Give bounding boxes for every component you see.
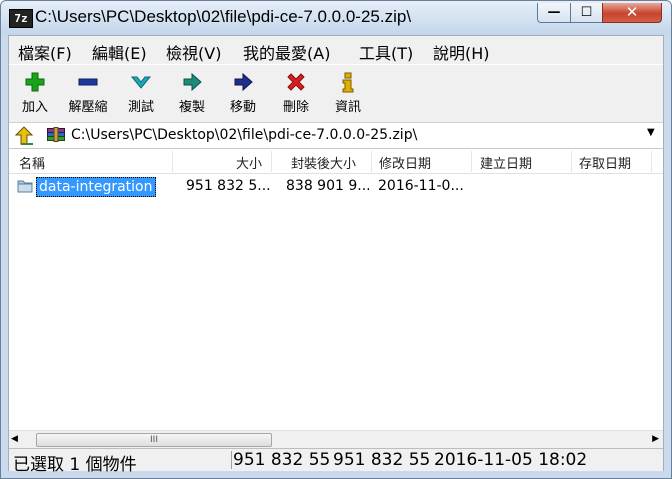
row-name: data-integration	[39, 179, 153, 195]
row-packed-size: 838 901 9...	[286, 178, 370, 194]
address-path[interactable]: C:\Users\PC\Desktop\02\file\pdi-ce-7.0.0…	[71, 127, 417, 143]
maximize-button[interactable]: ☐	[570, 3, 603, 23]
move-arrow-icon	[234, 72, 253, 92]
test-button[interactable]: 測試	[118, 69, 164, 119]
menu-help[interactable]: 說明(H)	[433, 40, 490, 64]
menu-bar: 檔案(F) 編輯(E) 檢視(V) 我的最愛(A) 工具(T) 說明(H)	[9, 36, 663, 64]
move-label: 移動	[229, 100, 256, 115]
address-bar[interactable]: C:\Users\PC\Desktop\02\file\pdi-ce-7.0.0…	[9, 122, 663, 148]
maximize-icon: ☐	[580, 5, 593, 20]
add-button[interactable]: 加入	[12, 69, 58, 119]
status-date: 2016-11-05 18:02	[434, 450, 588, 470]
delete-label: 刪除	[282, 100, 309, 115]
info-label: 資訊	[334, 100, 361, 115]
scroll-right-icon[interactable]: ▶	[652, 434, 659, 444]
column-name[interactable]: 名稱	[19, 153, 45, 172]
copy-button[interactable]: 複製	[169, 69, 215, 119]
status-selection: 已選取 1 個物件	[13, 455, 137, 475]
close-icon: ✕	[625, 3, 639, 21]
menu-view[interactable]: 檢視(V)	[166, 40, 221, 64]
zip-archive-icon	[47, 127, 65, 142]
table-row[interactable]: data-integration 951 832 5... 838 901 9.…	[9, 175, 663, 197]
extract-label: 解壓縮	[68, 100, 108, 115]
minimize-button[interactable]: —	[537, 3, 571, 23]
info-button[interactable]: 資訊	[325, 69, 371, 119]
menu-favorites[interactable]: 我的最愛(A)	[243, 40, 330, 64]
plus-icon	[25, 72, 45, 92]
copy-arrow-icon	[183, 72, 202, 92]
delete-x-icon	[287, 73, 305, 91]
list-header: 名稱 大小 封裝後大小 修改日期 建立日期 存取日期	[9, 149, 663, 174]
check-icon	[130, 76, 152, 89]
minimize-icon: —	[547, 5, 561, 20]
scroll-left-icon[interactable]: ◀	[11, 434, 18, 444]
column-created[interactable]: 建立日期	[480, 153, 532, 172]
column-accessed[interactable]: 存取日期	[579, 153, 631, 172]
app-window: 7z C:\Users\PC\Desktop\02\file\pdi-ce-7.…	[0, 0, 672, 479]
window-title: C:\Users\PC\Desktop\02\file\pdi-ce-7.0.0…	[35, 7, 412, 26]
test-label: 測試	[127, 100, 154, 115]
copy-label: 複製	[178, 100, 205, 115]
horizontal-scrollbar[interactable]: ◀ III ▶	[9, 430, 663, 449]
info-icon	[342, 72, 354, 93]
extract-button[interactable]: 解壓縮	[65, 69, 111, 119]
folder-icon	[17, 180, 33, 193]
row-modified: 2016-11-0...	[378, 178, 464, 194]
menu-file[interactable]: 檔案(F)	[18, 40, 72, 64]
column-size[interactable]: 大小	[236, 153, 262, 172]
row-size: 951 832 5...	[186, 178, 270, 194]
delete-button[interactable]: 刪除	[273, 69, 319, 119]
grip-icon: III	[150, 435, 158, 445]
add-label: 加入	[21, 100, 48, 115]
move-button[interactable]: 移動	[220, 69, 266, 119]
minus-icon	[78, 78, 98, 86]
status-size: 951 832 55	[233, 450, 331, 470]
up-folder-icon[interactable]	[13, 126, 35, 145]
status-packed-size: 951 832 55	[333, 450, 431, 470]
client-area: 檔案(F) 編輯(E) 檢視(V) 我的最愛(A) 工具(T) 說明(H) 加入…	[8, 35, 664, 475]
status-bar: 已選取 1 個物件 951 832 55 951 832 55 2016-11-…	[9, 448, 663, 475]
file-list[interactable]: 名稱 大小 封裝後大小 修改日期 建立日期 存取日期 data-integrat…	[9, 148, 663, 431]
column-modified[interactable]: 修改日期	[379, 153, 431, 172]
menu-edit[interactable]: 編輯(E)	[92, 40, 147, 64]
title-bar[interactable]: 7z C:\Users\PC\Desktop\02\file\pdi-ce-7.…	[1, 1, 671, 35]
scrollbar-thumb[interactable]: III	[36, 433, 272, 447]
toolbar: 加入 解壓縮 測試 複製 移動 刪除 資訊	[9, 64, 663, 123]
selected-name-highlight[interactable]: data-integration	[36, 177, 156, 197]
column-packed-size[interactable]: 封裝後大小	[291, 153, 356, 172]
close-button[interactable]: ✕	[602, 3, 662, 23]
chevron-down-icon[interactable]: ▼	[647, 127, 655, 138]
menu-tools[interactable]: 工具(T)	[359, 40, 413, 64]
7zip-app-icon: 7z	[9, 9, 33, 28]
